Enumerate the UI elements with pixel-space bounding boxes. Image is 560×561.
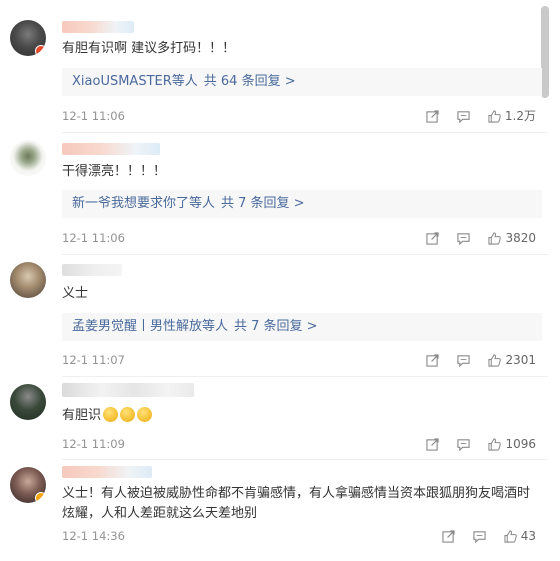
thumbs-up-icon[interactable]	[488, 353, 502, 367]
like-count: 2301	[505, 353, 536, 367]
share-icon[interactable]	[426, 231, 440, 245]
avatar[interactable]	[10, 20, 46, 56]
sweat-smile-emoji-icon	[103, 407, 119, 422]
comment-icon[interactable]	[473, 530, 486, 543]
divider	[62, 459, 548, 460]
like-count: 3820	[505, 231, 536, 245]
username-obscured[interactable]	[62, 383, 194, 397]
comment-icon[interactable]	[457, 110, 470, 123]
scrollbar[interactable]	[541, 6, 549, 98]
comment-text: 干得漂亮！！！！	[62, 164, 167, 179]
reply-users: XiaoUSMASTER等人	[72, 74, 198, 89]
divider	[62, 376, 548, 377]
comment-meta: 12-1 11:07 2301	[62, 352, 536, 368]
verified-badge-icon	[35, 492, 46, 503]
action-bar: 1.2万	[408, 108, 536, 124]
share-icon[interactable]	[442, 529, 455, 543]
replies-link[interactable]: 新一爷我想要求你了等人共 7 条回复 >	[62, 190, 542, 218]
comment-text: 有胆有识啊 建议多打码！！！	[62, 41, 236, 56]
share-icon[interactable]	[426, 437, 440, 451]
action-bar: 43	[424, 528, 536, 544]
avatar[interactable]	[10, 467, 46, 503]
comment-meta: 12-1 11:06 1.2万	[62, 108, 536, 124]
username-obscured[interactable]	[62, 264, 122, 276]
divider	[62, 254, 548, 255]
action-bar: 1096	[408, 436, 536, 452]
comment-icon[interactable]	[457, 354, 471, 367]
reply-count: 共 64 条回复 >	[203, 74, 296, 89]
like-count: 1096	[505, 437, 536, 451]
reply-count: 共 7 条回复 >	[221, 196, 305, 211]
timestamp: 12-1 11:06	[62, 231, 125, 245]
verified-badge-icon	[35, 45, 46, 56]
comment-text: 义士！有人被迫被威胁性命都不肯骗感情，有人拿骗感情当资本跟狐朋狗友喝酒时炫耀，人…	[62, 486, 531, 521]
username-obscured[interactable]	[62, 143, 160, 155]
like-count: 1.2万	[504, 109, 536, 123]
timestamp: 12-1 14:36	[62, 529, 125, 543]
timestamp: 12-1 11:09	[62, 437, 125, 451]
timestamp: 12-1 11:07	[62, 353, 125, 367]
replies-link[interactable]: 孟姜男觉醒丨男性解放等人共 7 条回复 >	[62, 313, 542, 341]
comment-icon[interactable]	[457, 438, 471, 451]
sweat-smile-emoji-icon	[120, 407, 136, 422]
comment-icon[interactable]	[457, 232, 471, 245]
thumbs-up-icon[interactable]	[488, 109, 501, 123]
comment-text-content: 有胆识	[62, 408, 102, 423]
timestamp: 12-1 11:06	[62, 109, 125, 123]
avatar[interactable]	[10, 384, 46, 420]
comment-meta: 12-1 11:09 1096	[62, 436, 536, 452]
share-icon[interactable]	[426, 353, 440, 367]
avatar[interactable]	[10, 262, 46, 298]
action-bar: 3820	[408, 230, 536, 246]
reply-users: 孟姜男觉醒丨男性解放等人	[72, 319, 229, 334]
sweat-smile-emoji-icon	[137, 407, 153, 422]
thumbs-up-icon[interactable]	[488, 231, 502, 245]
divider	[62, 132, 548, 133]
reply-users: 新一爷我想要求你了等人	[72, 196, 216, 211]
reply-count: 共 7 条回复 >	[234, 319, 318, 334]
comment-meta: 12-1 14:36 43	[62, 528, 536, 544]
replies-link[interactable]: XiaoUSMASTER等人共 64 条回复 >	[62, 68, 542, 96]
thumbs-up-icon[interactable]	[504, 529, 517, 543]
avatar[interactable]	[10, 140, 46, 176]
comment-text: 有胆识	[62, 405, 540, 426]
username-obscured[interactable]	[62, 466, 152, 478]
username-obscured[interactable]	[62, 21, 134, 33]
share-icon[interactable]	[426, 109, 439, 123]
comment-text: 义士	[62, 286, 89, 301]
comment-meta: 12-1 11:06 3820	[62, 230, 536, 246]
thumbs-up-icon[interactable]	[488, 437, 502, 451]
action-bar: 2301	[408, 352, 536, 368]
like-count: 43	[520, 529, 536, 543]
